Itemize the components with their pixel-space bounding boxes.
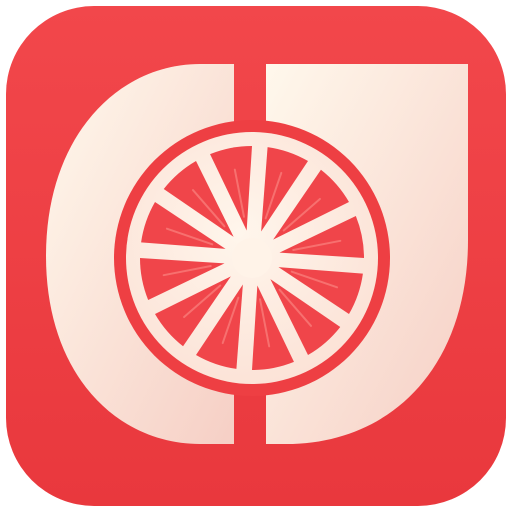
citrus-center [232,238,272,278]
citrus-app-icon[interactable] [0,0,512,512]
citrus-slice-icon [114,120,390,396]
app-icon-container [0,0,512,512]
